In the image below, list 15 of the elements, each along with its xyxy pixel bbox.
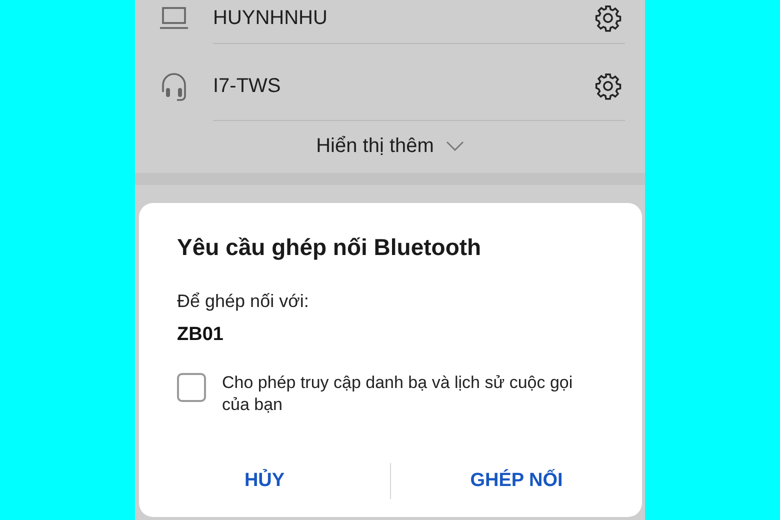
checkbox[interactable] xyxy=(177,373,206,402)
show-more-link[interactable]: Hiển thị thêm xyxy=(316,131,434,161)
checkbox-label: Cho phép truy cập danh bạ và lịch sử cuộc gọi của bạn xyxy=(222,372,574,416)
device-name[interactable]: I7-TWS xyxy=(213,71,281,101)
settings-icon[interactable] xyxy=(594,4,622,32)
settings-icon[interactable] xyxy=(594,72,622,100)
cancel-button[interactable]: HỦY xyxy=(236,462,293,500)
laptop-icon xyxy=(160,6,188,30)
device-name: ZB01 xyxy=(177,322,224,346)
chevron-down-icon xyxy=(446,141,464,151)
prompt-text: Để ghép nối với: xyxy=(177,290,310,313)
pair-button[interactable]: GHÉP NỐI xyxy=(462,462,571,500)
dialog-title: Yêu cầu ghép nối Bluetooth xyxy=(177,233,482,262)
device-name[interactable]: HUYNHNHU xyxy=(213,2,328,32)
headphones-icon xyxy=(161,72,187,102)
